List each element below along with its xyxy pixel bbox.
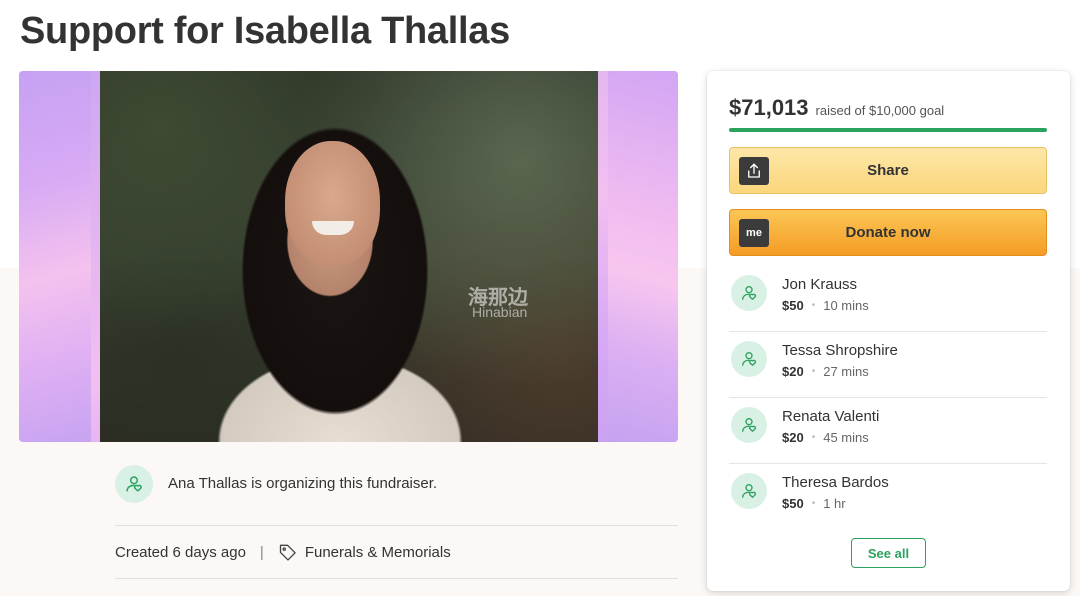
- fundraiser-meta: Created 6 days ago | Funerals & Memorial…: [115, 541, 451, 563]
- donor-item: Tessa Shropshire $20 • 27 mins: [729, 332, 1047, 398]
- donate-icon-text: me: [746, 227, 762, 239]
- hero-blur-right: [608, 71, 678, 442]
- donor-meta: $20 • 45 mins: [782, 430, 869, 445]
- donation-card: $71,013 raised of $10,000 goal Share me …: [707, 71, 1070, 591]
- donor-dot: •: [811, 432, 816, 443]
- progress-fill: [729, 128, 1047, 132]
- share-icon: [739, 157, 769, 185]
- donor-name: Theresa Bardos: [782, 474, 889, 491]
- tag-icon: [278, 542, 298, 562]
- donor-time: 1 hr: [823, 496, 846, 511]
- progress-bar: [729, 128, 1047, 132]
- see-all-button[interactable]: See all: [851, 538, 926, 568]
- user-heart-icon: [126, 476, 142, 492]
- meta-separator: |: [259, 543, 264, 561]
- divider: [115, 525, 678, 526]
- hero-blur-left: [19, 71, 91, 442]
- donor-dot: •: [811, 366, 816, 377]
- donor-item: Jon Krauss $50 • 10 mins: [729, 266, 1047, 332]
- share-label: Share: [867, 162, 909, 179]
- divider: [115, 578, 678, 579]
- raised-amount: $71,013: [729, 95, 809, 120]
- organizer-avatar[interactable]: [115, 465, 153, 503]
- donor-amount: $20: [782, 364, 804, 379]
- user-heart-icon: [742, 352, 757, 366]
- donor-dot: •: [811, 498, 816, 509]
- hero-image: 海那边 Hinabian: [19, 71, 678, 442]
- user-heart-icon: [742, 484, 757, 498]
- donor-item: Theresa Bardos $50 • 1 hr: [729, 464, 1047, 530]
- beneficiary-photo: 海那边 Hinabian: [100, 71, 598, 442]
- donor-avatar: [731, 473, 767, 509]
- share-button[interactable]: Share: [729, 147, 1047, 194]
- organizer-text: Ana Thallas is organizing this fundraise…: [168, 475, 438, 492]
- donor-meta: $50 • 1 hr: [782, 496, 846, 511]
- gofundme-icon: me: [739, 219, 769, 247]
- user-heart-icon: [742, 418, 757, 432]
- donate-button[interactable]: me Donate now: [729, 209, 1047, 256]
- photo-face: [285, 141, 380, 266]
- donor-dot: •: [811, 300, 816, 311]
- donor-amount: $20: [782, 430, 804, 445]
- watermark-en: Hinabian: [472, 304, 528, 320]
- donor-name: Tessa Shropshire: [782, 342, 898, 359]
- donor-avatar: [731, 341, 767, 377]
- goal-text: raised of $10,000 goal: [815, 103, 945, 118]
- created-text: Created 6 days ago: [115, 543, 246, 561]
- donor-name: Renata Valenti: [782, 408, 880, 425]
- donor-avatar: [731, 407, 767, 443]
- donor-amount: $50: [782, 496, 804, 511]
- donor-avatar: [731, 275, 767, 311]
- donor-time: 45 mins: [823, 430, 869, 445]
- category-link[interactable]: Funerals & Memorials: [305, 544, 451, 561]
- donor-item: Renata Valenti $20 • 45 mins: [729, 398, 1047, 464]
- donor-time: 27 mins: [823, 364, 869, 379]
- donor-time: 10 mins: [823, 298, 869, 313]
- donor-meta: $50 • 10 mins: [782, 298, 869, 313]
- donor-meta: $20 • 27 mins: [782, 364, 869, 379]
- raised-summary: $71,013 raised of $10,000 goal: [729, 95, 944, 121]
- donor-amount: $50: [782, 298, 804, 313]
- page-title: Support for Isabella Thallas: [20, 10, 510, 52]
- user-heart-icon: [742, 286, 757, 300]
- donate-label: Donate now: [845, 224, 931, 241]
- donor-name: Jon Krauss: [782, 276, 858, 293]
